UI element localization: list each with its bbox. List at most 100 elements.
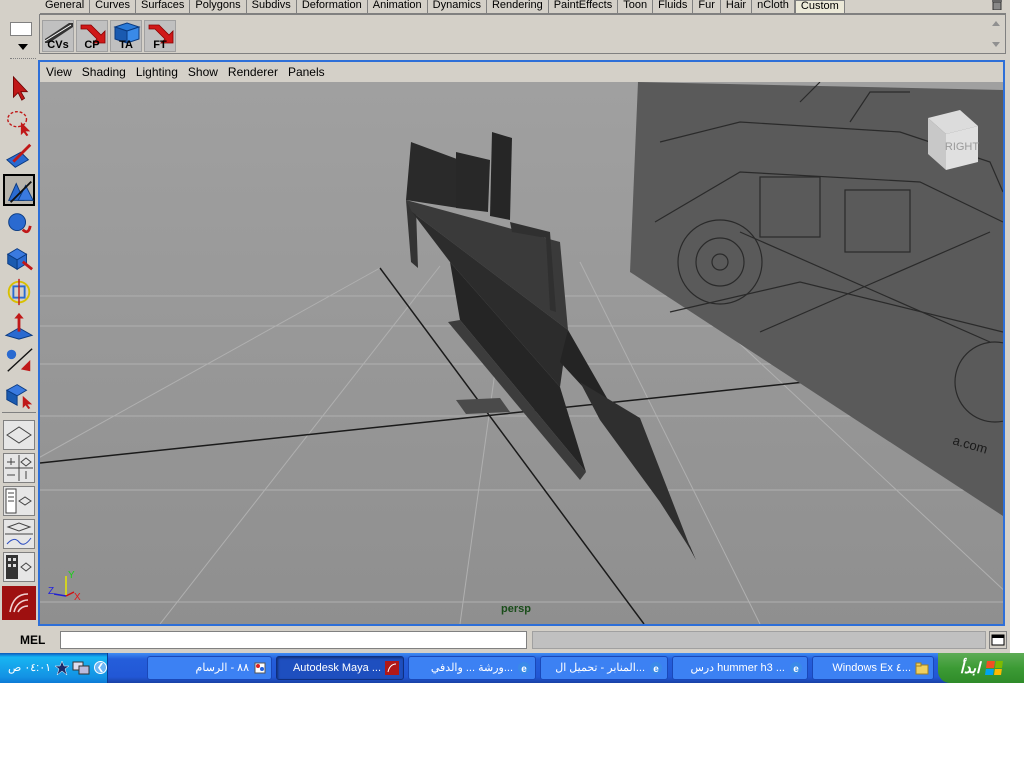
shelf-button-label: CP bbox=[84, 39, 100, 51]
last-tool-used[interactable] bbox=[3, 378, 35, 410]
shelf-tab-surfaces[interactable]: Surfaces bbox=[136, 0, 191, 14]
script-language-toggle[interactable]: MEL bbox=[20, 633, 45, 647]
shelf-menu-field[interactable] bbox=[10, 22, 32, 36]
svg-text:Z: Z bbox=[48, 586, 54, 597]
system-tray: ٠٤:٠١ ص ❮ bbox=[0, 653, 108, 683]
shelf-button-cp[interactable]: CP bbox=[76, 20, 108, 52]
soft-modification-tool[interactable] bbox=[3, 310, 35, 342]
svg-text:e: e bbox=[793, 664, 799, 675]
maya-icon bbox=[385, 661, 399, 675]
shelf-scroll-arrows-icon[interactable] bbox=[989, 17, 1003, 51]
persp-graph-icon bbox=[5, 522, 33, 545]
toolbox-divider bbox=[2, 412, 36, 413]
shelf-button-ta[interactable]: TA bbox=[110, 20, 142, 52]
select-tool[interactable] bbox=[3, 72, 35, 104]
shelf-tab-fluids[interactable]: Fluids bbox=[653, 0, 694, 14]
taskbar-button-label: Windows Ex ٤... bbox=[832, 662, 911, 674]
universal-manipulator[interactable] bbox=[3, 276, 35, 308]
start-label: ابدأ bbox=[959, 660, 981, 677]
toolbox bbox=[0, 70, 38, 626]
taskbar-button[interactable]: Windows Ex ٤... bbox=[812, 656, 934, 680]
layout-hypershade-button[interactable] bbox=[3, 552, 35, 582]
svg-text:Y: Y bbox=[68, 570, 75, 581]
shelf-tab-custom[interactable]: Custom bbox=[794, 0, 845, 14]
panel-menubar: View Shading Lighting Show Renderer Panels bbox=[40, 62, 1003, 82]
arrow-cursor-icon bbox=[13, 75, 29, 101]
move-tool[interactable] bbox=[3, 174, 35, 206]
rotate-icon bbox=[8, 213, 32, 234]
lasso-icon bbox=[7, 110, 31, 137]
rotate-tool[interactable] bbox=[3, 208, 35, 240]
panel-menu-shading[interactable]: Shading bbox=[82, 62, 126, 82]
svg-text:e: e bbox=[521, 664, 527, 675]
script-editor-icon bbox=[991, 634, 1005, 646]
window-right-edge bbox=[1010, 0, 1024, 654]
shelf-tab-toon[interactable]: Toon bbox=[618, 0, 654, 14]
command-line: MEL bbox=[0, 628, 1010, 652]
shelf-tab-curves[interactable]: Curves bbox=[90, 0, 136, 14]
taskbar-button-label: ورشة ... والدفي... bbox=[430, 662, 513, 674]
shelf-tab-hair[interactable]: Hair bbox=[721, 0, 753, 14]
taskbar-button-label: Autodesk Maya ... bbox=[292, 662, 381, 674]
soft-mod-icon bbox=[4, 312, 34, 340]
layout-persp-outliner-button[interactable] bbox=[3, 486, 35, 516]
start-button[interactable]: ابدأ bbox=[938, 653, 1024, 683]
shelf-tab-ncloth[interactable]: nCloth bbox=[752, 0, 795, 14]
command-input[interactable] bbox=[60, 631, 527, 649]
toolbox-grip[interactable] bbox=[10, 58, 36, 61]
paint-icon bbox=[254, 662, 266, 674]
layout-four-view-button[interactable] bbox=[3, 453, 35, 483]
taskbar-button-label: ٨٨ - الرسام bbox=[195, 662, 249, 674]
shelf-tab-deformation[interactable]: Deformation bbox=[297, 0, 368, 14]
network-tray-icon[interactable] bbox=[72, 660, 90, 676]
star-tray-icon[interactable] bbox=[54, 660, 70, 676]
shelf-button-cvs[interactable]: CVs bbox=[42, 20, 74, 52]
shelf-tab-rendering[interactable]: Rendering bbox=[487, 0, 549, 14]
paint-select-tool[interactable] bbox=[3, 140, 35, 172]
viewport-3d[interactable]: a.com RIGHT Y X Z persp bbox=[40, 82, 1003, 624]
layout-persp-graph-button[interactable] bbox=[3, 519, 35, 549]
windows-flag-icon bbox=[985, 661, 1004, 675]
last-tool-icon bbox=[5, 384, 33, 409]
svg-text:X: X bbox=[74, 592, 81, 603]
show-hidden-icons-icon[interactable]: ❮ bbox=[94, 661, 107, 674]
clock[interactable]: ٠٤:٠١ ص bbox=[8, 661, 51, 674]
scene-view: a.com RIGHT Y X Z bbox=[40, 82, 1003, 624]
panel-menu-renderer[interactable]: Renderer bbox=[228, 62, 278, 82]
move-icon bbox=[8, 180, 34, 203]
shelf-tab-animation[interactable]: Animation bbox=[368, 0, 428, 14]
taskbar-button[interactable]: درس hummer h3 ... e bbox=[672, 656, 808, 680]
show-manipulator-tool[interactable] bbox=[3, 344, 35, 376]
panel-menu-panels[interactable]: Panels bbox=[288, 62, 325, 82]
shelf-tab-dynamics[interactable]: Dynamics bbox=[428, 0, 487, 14]
taskbar: ٠٤:٠١ ص ❮ Windows Ex ٤... درس hummer h3 .… bbox=[0, 653, 1024, 683]
script-editor-button[interactable] bbox=[989, 631, 1007, 649]
taskbar-button[interactable]: ٨٨ - الرسام bbox=[147, 656, 272, 680]
shelf-tab-subdivs[interactable]: Subdivs bbox=[247, 0, 297, 14]
shelf-menu-arrow-icon[interactable] bbox=[18, 44, 28, 50]
four-view-icon bbox=[5, 455, 33, 481]
universal-manipulator-icon bbox=[7, 278, 31, 306]
layout-single-perspective-button[interactable] bbox=[3, 420, 35, 450]
taskbar-button-label: المنابر - تحميل ال... bbox=[555, 662, 645, 674]
shelf-tab-general[interactable]: General bbox=[40, 0, 91, 14]
shelf-button-label: FT bbox=[153, 39, 167, 51]
shelf-tab-polygons[interactable]: Polygons bbox=[190, 0, 247, 14]
shelf-tab-painteffects[interactable]: PaintEffects bbox=[549, 0, 619, 14]
shelf-tab-fur[interactable]: Fur bbox=[693, 0, 721, 14]
panel-menu-view[interactable]: View bbox=[46, 62, 72, 82]
taskbar-button[interactable]: المنابر - تحميل ال... e bbox=[540, 656, 668, 680]
ie-icon: e bbox=[650, 662, 662, 675]
lasso-tool[interactable] bbox=[3, 106, 35, 138]
panel-menu-show[interactable]: Show bbox=[188, 62, 218, 82]
scale-tool[interactable] bbox=[3, 242, 35, 274]
shelf-button-ft[interactable]: FT bbox=[144, 20, 176, 52]
panel-menu-lighting[interactable]: Lighting bbox=[136, 62, 178, 82]
taskbar-button[interactable]: Autodesk Maya ... bbox=[276, 656, 404, 680]
maya-logo-icon bbox=[2, 586, 36, 620]
taskbar-button[interactable]: ورشة ... والدفي... e bbox=[408, 656, 536, 680]
shelf-tabs: General Curves Surfaces Polygons Subdivs Defo… bbox=[40, 0, 845, 14]
trash-icon[interactable] bbox=[991, 0, 1003, 10]
shelf-button-label: CVs bbox=[47, 39, 69, 51]
view-cube-label: RIGHT bbox=[945, 141, 980, 153]
